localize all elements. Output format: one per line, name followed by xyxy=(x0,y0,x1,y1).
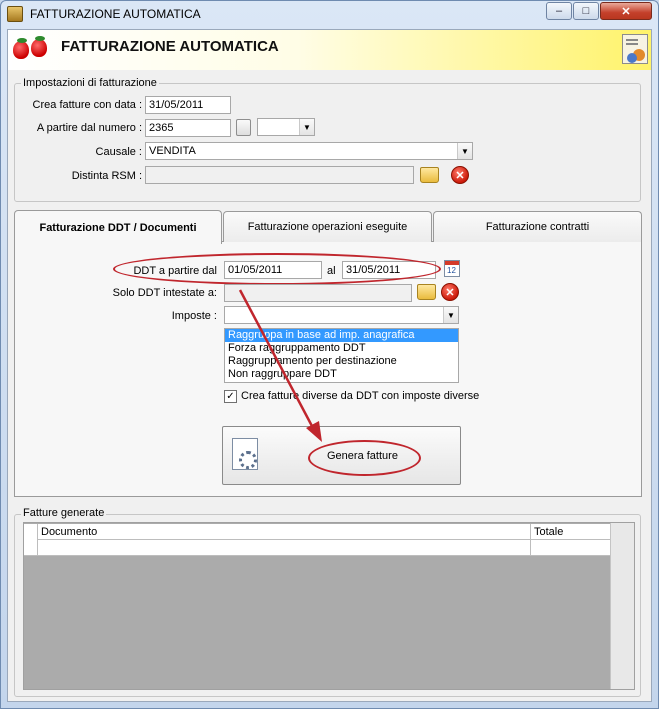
chevron-down-icon: ▼ xyxy=(299,119,314,135)
maximize-button[interactable]: □ xyxy=(573,2,599,20)
causale-label: Causale : xyxy=(95,146,142,158)
clear-icon[interactable]: ✕ xyxy=(451,166,469,184)
chevron-down-icon: ▼ xyxy=(457,143,472,159)
number-series-select[interactable]: ▼ xyxy=(257,118,315,136)
ddt-to-label: al xyxy=(327,265,336,277)
strawberry-icon xyxy=(13,36,53,60)
solo-ddt-field[interactable] xyxy=(224,284,412,302)
minimize-button[interactable]: – xyxy=(546,2,572,20)
causale-value: VENDITA xyxy=(149,145,196,157)
date-label: Crea fatture con data : xyxy=(32,99,142,111)
cell-documento[interactable] xyxy=(37,540,530,556)
settings-legend: Impostazioni di fatturazione xyxy=(21,77,159,89)
users-report-icon[interactable] xyxy=(622,34,648,64)
ddt-from-date-field[interactable] xyxy=(224,261,322,279)
imposte-diverse-label: Crea fatture diverse da DDT con imposte … xyxy=(241,390,480,402)
start-number-field[interactable] xyxy=(145,119,231,137)
calendar-icon[interactable]: 12 xyxy=(444,260,460,277)
number-option-button[interactable] xyxy=(236,119,251,136)
folder-icon[interactable] xyxy=(420,167,439,183)
clear-icon[interactable]: ✕ xyxy=(441,283,459,301)
grouping-listbox[interactable]: Raggruppa in base ad imp. anagrafica For… xyxy=(224,328,459,383)
tab-contratti[interactable]: Fatturazione contratti xyxy=(433,211,642,242)
window-title: FATTURAZIONE AUTOMATICA xyxy=(30,7,201,21)
ddt-to-date-field[interactable] xyxy=(342,261,436,279)
table-row[interactable] xyxy=(24,540,610,556)
grouping-option[interactable]: Non raggruppare DDT xyxy=(225,368,458,381)
calendar-icon-number: 12 xyxy=(447,266,456,275)
cell-totale[interactable] xyxy=(530,540,610,556)
tab-operazioni-eseguite[interactable]: Fatturazione operazioni eseguite xyxy=(223,211,432,242)
vertical-scrollbar[interactable] xyxy=(610,523,634,689)
causale-select[interactable]: VENDITA ▼ xyxy=(145,142,473,160)
distinta-rsm-field[interactable] xyxy=(145,166,414,184)
folder-icon[interactable] xyxy=(417,284,436,300)
column-header-documento[interactable]: Documento xyxy=(37,524,530,540)
generated-invoices-legend: Fatture generate xyxy=(21,507,107,519)
grid-header: Documento Totale xyxy=(24,524,610,540)
column-header-totale[interactable]: Totale xyxy=(530,524,610,540)
tab-ddt-documenti[interactable]: Fatturazione DDT / Documenti xyxy=(14,210,222,244)
solo-ddt-label: Solo DDT intestate a: xyxy=(112,287,217,299)
ddt-from-label: DDT a partire dal xyxy=(133,265,217,277)
imposte-label: Imposte : xyxy=(171,310,217,322)
grouping-option[interactable]: Raggruppamento per destinazione xyxy=(225,355,458,368)
start-number-label: A partire dal numero : xyxy=(36,122,142,134)
document-gear-icon xyxy=(232,438,258,470)
distinta-label: Distinta RSM : xyxy=(71,170,142,182)
app-icon xyxy=(7,6,23,22)
chevron-down-icon: ▼ xyxy=(443,307,458,323)
imposte-select[interactable]: ▼ xyxy=(224,306,459,324)
generate-invoices-label: Genera fatture xyxy=(327,450,398,462)
imposte-diverse-checkbox[interactable]: ✓ xyxy=(224,390,237,403)
close-button[interactable]: ✕ xyxy=(600,2,652,20)
grouping-option[interactable]: Raggruppa in base ad imp. anagrafica xyxy=(225,329,458,342)
row-indicator-header xyxy=(24,524,37,540)
page-title: FATTURAZIONE AUTOMATICA xyxy=(61,38,279,55)
grouping-option[interactable]: Forza raggruppamento DDT xyxy=(225,342,458,355)
invoice-date-field[interactable] xyxy=(145,96,231,114)
